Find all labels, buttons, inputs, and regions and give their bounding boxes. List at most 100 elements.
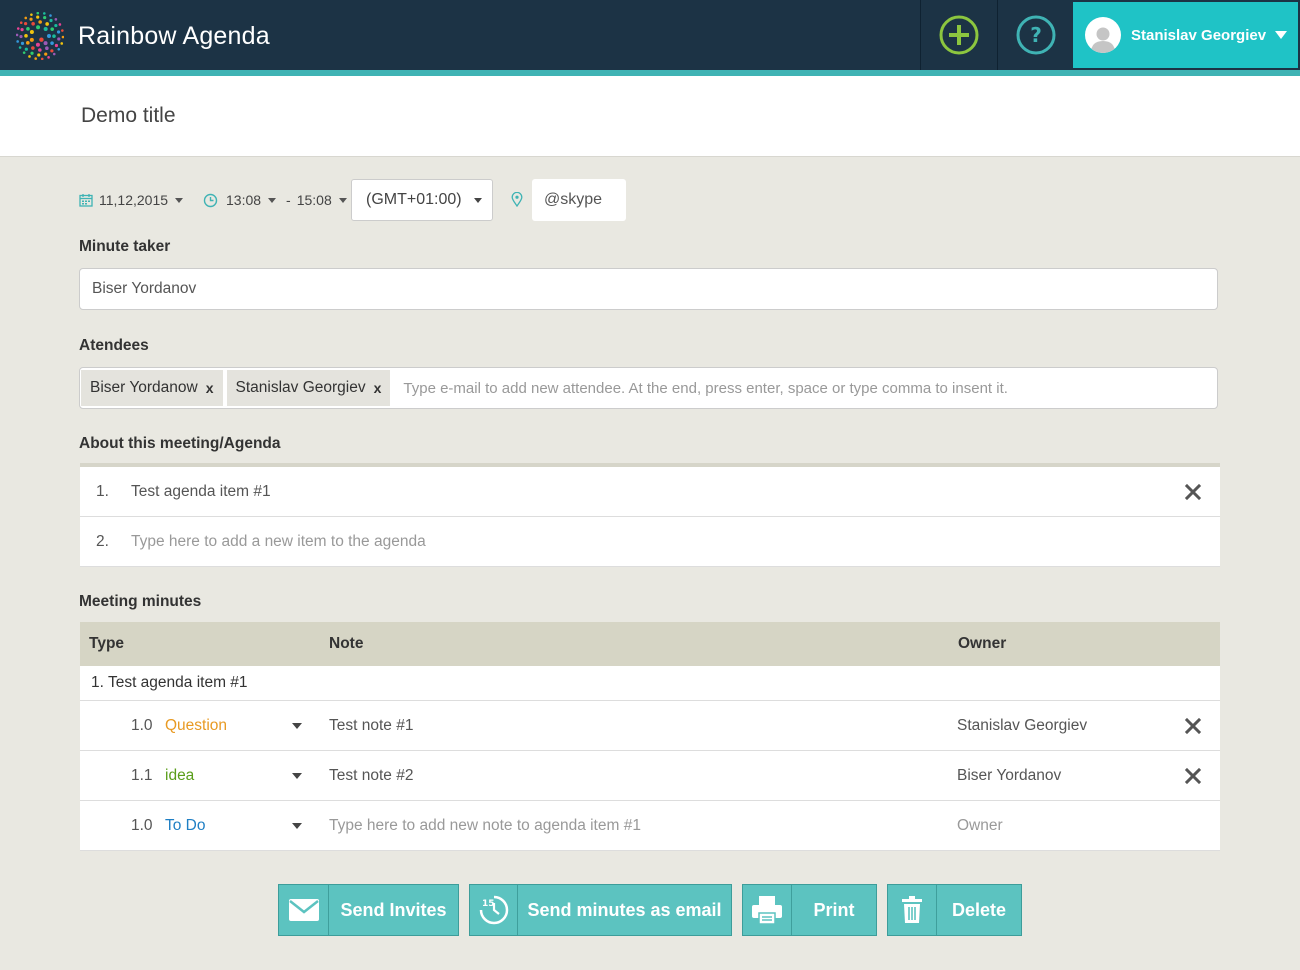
- note-owner[interactable]: Biser Yordanov: [957, 767, 1061, 785]
- note-type[interactable]: idea: [165, 767, 194, 785]
- start-time[interactable]: 13:08: [226, 192, 261, 208]
- column-note: Note: [329, 635, 364, 652]
- new-note-type[interactable]: To Do: [165, 817, 206, 835]
- logo-dot: [36, 25, 41, 30]
- logo-dot: [30, 13, 33, 16]
- agenda-item-text[interactable]: Test agenda item #1: [131, 483, 271, 501]
- logo-dot: [20, 41, 25, 45]
- svg-text:15: 15: [482, 899, 495, 909]
- logo-dot: [16, 40, 19, 43]
- time-range[interactable]: 13:08 - 15:08: [203, 180, 347, 220]
- logo-dot: [43, 41, 48, 46]
- logo-dot: [43, 15, 47, 20]
- minutes-table: Type Note Owner 1. Test agenda item #1 1…: [80, 622, 1220, 851]
- timezone-select[interactable]: (GMT+01:00): [351, 179, 493, 221]
- logo-dot: [19, 21, 23, 24]
- question-circle-icon: ?: [1016, 15, 1056, 55]
- add-button[interactable]: [921, 0, 997, 70]
- agenda-item[interactable]: 1. Test agenda item #1: [80, 467, 1220, 517]
- caret-down-icon: [175, 197, 184, 203]
- time-separator: -: [286, 192, 291, 208]
- note-text[interactable]: Test note #1: [329, 717, 413, 735]
- column-type: Type: [89, 635, 125, 652]
- logo-dot: [39, 37, 44, 42]
- calendar-icon: [79, 194, 93, 207]
- minutes-table-header: Type Note Owner: [80, 622, 1220, 666]
- user-menu[interactable]: Stanislav Georgiev: [1073, 2, 1298, 68]
- logo-dot: [52, 34, 56, 38]
- logo-dot: [24, 16, 28, 20]
- close-icon[interactable]: [1184, 483, 1202, 501]
- logo-dot: [29, 17, 33, 21]
- delete-button[interactable]: Delete: [887, 884, 1022, 936]
- new-note-input[interactable]: Type here to add new note to agenda item…: [329, 817, 641, 835]
- attendees-field[interactable]: Biser Yordanow x Stanislav Georgiev x Ty…: [79, 367, 1218, 409]
- logo-dot: [47, 56, 50, 59]
- agenda-item-number: 2.: [96, 532, 109, 550]
- logo-dot: [50, 27, 54, 31]
- logo-dot: [26, 41, 30, 45]
- close-icon[interactable]: [1184, 767, 1202, 785]
- new-agenda-item[interactable]: 2. Type here to add a new item to the ag…: [80, 517, 1220, 567]
- clock-icon: [203, 193, 218, 207]
- logo-dot: [57, 48, 61, 51]
- logo-dot: [36, 12, 40, 15]
- logo-dot: [47, 34, 51, 39]
- logo-dot: [40, 57, 44, 60]
- logo-dot: [49, 18, 53, 23]
- logo-dot: [28, 55, 31, 58]
- send-invites-label: Send Invites: [340, 899, 447, 920]
- caret-down-icon[interactable]: [292, 772, 302, 779]
- caret-down-icon[interactable]: [292, 722, 302, 729]
- attendee-input-placeholder[interactable]: Type e-mail to add new attendee. At the …: [403, 380, 1008, 397]
- logo-dot: [56, 30, 61, 34]
- logo-dot: [57, 37, 61, 41]
- attendees-label: Atendees: [79, 337, 149, 354]
- note-number: 1.0: [131, 816, 153, 834]
- send-minutes-label: Send minutes as email: [527, 899, 722, 920]
- close-icon[interactable]: [1184, 717, 1202, 735]
- new-agenda-item-input[interactable]: Type here to add a new item to the agend…: [131, 533, 426, 551]
- note-number: 1.1: [131, 766, 153, 784]
- print-button[interactable]: Print: [742, 884, 877, 936]
- logo-dot: [22, 51, 26, 54]
- new-note-row: 1.0 To Do Type here to add new note to a…: [80, 801, 1220, 851]
- remove-attendee-button[interactable]: x: [374, 380, 382, 396]
- remove-attendee-button[interactable]: x: [206, 380, 214, 396]
- help-button[interactable]: ?: [998, 0, 1074, 70]
- logo-dot: [36, 15, 40, 19]
- date-picker[interactable]: 11,12,2015: [79, 180, 184, 220]
- note-type[interactable]: Question: [165, 717, 227, 735]
- send-minutes-button[interactable]: 15 Send minutes as email: [469, 884, 732, 936]
- printer-icon: [752, 896, 782, 925]
- print-label: Print: [813, 899, 855, 920]
- page-title[interactable]: Demo title: [81, 104, 176, 128]
- agenda-label: About this meeting/Agenda: [79, 435, 281, 452]
- logo-dot: [31, 46, 35, 50]
- chevron-down-icon: [1275, 31, 1288, 39]
- new-note-owner-input[interactable]: Owner: [957, 817, 1003, 835]
- end-time[interactable]: 15:08: [297, 192, 332, 208]
- note-text[interactable]: Test note #2: [329, 767, 413, 785]
- table-row: 1.0 Question Test note #1 Stanislav Geor…: [80, 701, 1220, 751]
- logo-dot: [49, 14, 52, 17]
- location-pin-icon: [511, 192, 523, 207]
- note-owner[interactable]: Stanislav Georgiev: [957, 717, 1087, 735]
- caret-down-icon: [473, 197, 482, 203]
- logo-dot: [54, 18, 58, 21]
- svg-text:?: ?: [1030, 23, 1042, 47]
- minute-taker-input[interactable]: [79, 268, 1218, 310]
- logo-dot: [54, 43, 59, 48]
- location-input[interactable]: [532, 179, 626, 221]
- envelope-icon: [288, 899, 319, 921]
- logo-dot: [29, 37, 34, 42]
- delete-label: Delete: [951, 899, 1007, 920]
- brand[interactable]: Rainbow Agenda: [16, 12, 270, 60]
- app-name: Rainbow Agenda: [78, 21, 270, 50]
- minutes-label: Meeting minutes: [79, 593, 202, 610]
- attendee-chip: Biser Yordanow x: [81, 370, 223, 406]
- logo-dot: [31, 22, 35, 26]
- send-invites-button[interactable]: Send Invites: [278, 884, 459, 936]
- caret-down-icon[interactable]: [292, 822, 302, 829]
- trash-icon: [902, 896, 922, 923]
